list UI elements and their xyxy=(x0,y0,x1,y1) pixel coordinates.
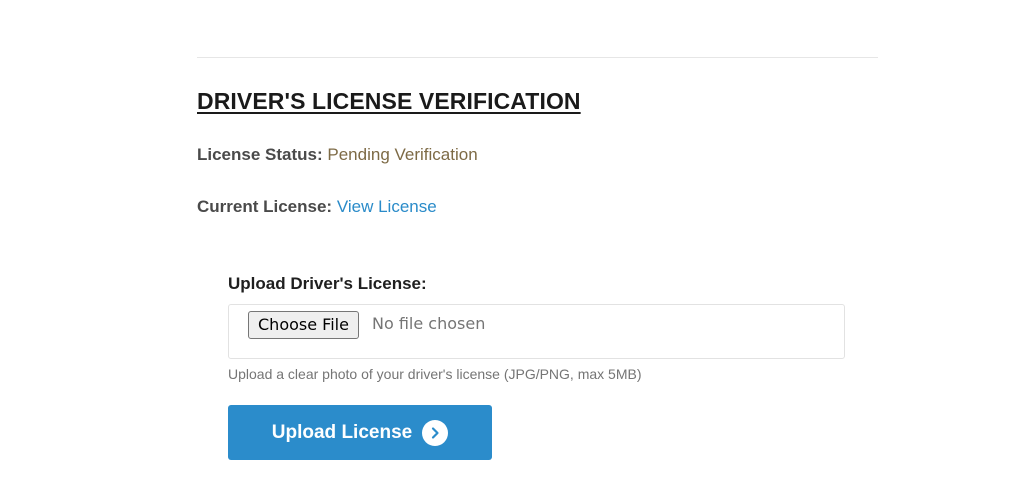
license-verification-page: DRIVER'S LICENSE VERIFICATION License St… xyxy=(0,0,1030,490)
upload-license-button[interactable]: Upload License xyxy=(228,405,492,460)
license-status-value: Pending Verification xyxy=(327,145,478,164)
view-license-link[interactable]: View License xyxy=(337,197,437,216)
chevron-right-circle-icon xyxy=(422,419,449,446)
upload-field-label: Upload Driver's License: xyxy=(228,274,427,293)
license-status-label: License Status: xyxy=(197,145,323,164)
file-status-text: No file chosen xyxy=(372,314,486,333)
choose-file-button[interactable]: Choose File xyxy=(248,311,359,339)
page-title: DRIVER'S LICENSE VERIFICATION xyxy=(197,88,581,114)
current-license-label: Current License: xyxy=(197,197,333,216)
section-divider xyxy=(197,57,878,58)
upload-license-button-label: Upload License xyxy=(271,421,413,443)
upload-hint: Upload a clear photo of your driver's li… xyxy=(228,366,642,382)
current-license-row: Current License: View License xyxy=(197,197,437,217)
license-status-row: License Status: Pending Verification xyxy=(197,145,478,165)
file-input-container: Choose File No file chosen xyxy=(228,304,845,359)
